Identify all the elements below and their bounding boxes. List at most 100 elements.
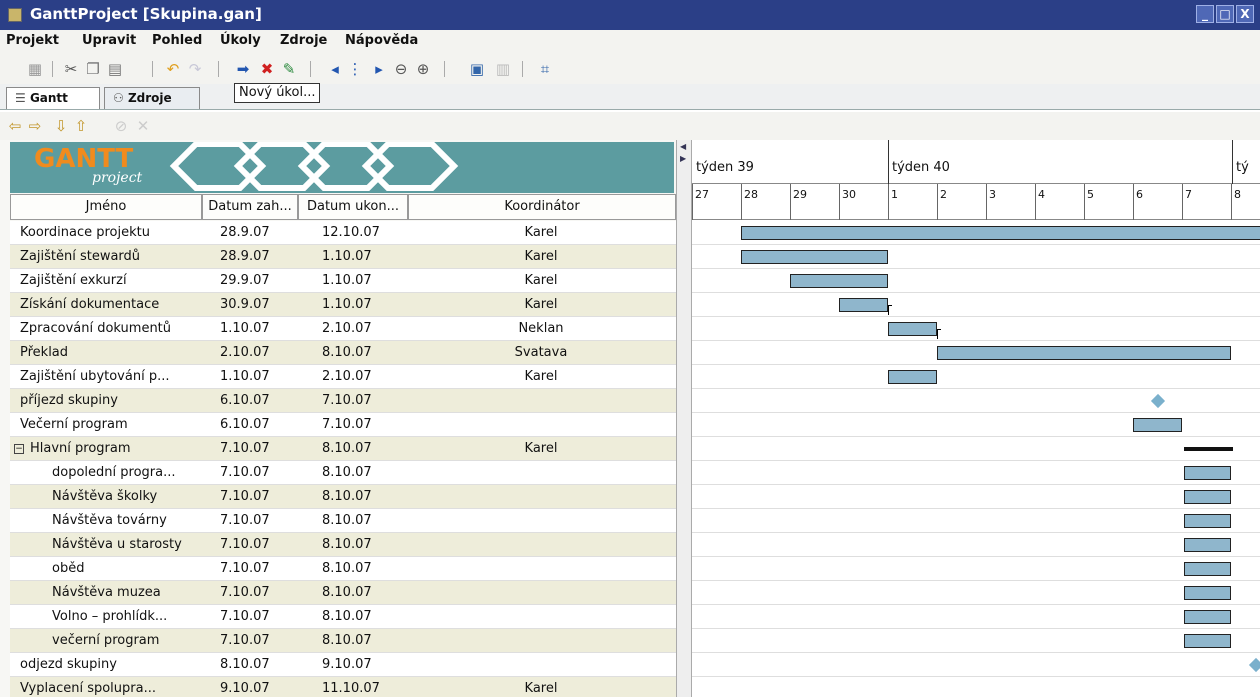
task-start: 7.10.07 (220, 537, 270, 552)
task-bar[interactable] (1184, 610, 1231, 624)
menu-napoveda[interactable]: Nápověda (345, 33, 418, 48)
table-row[interactable]: Získání dokumentace 30.9.07 1.10.07 Karel (10, 293, 676, 317)
day-label: 2 (940, 188, 947, 201)
arrow-up-icon[interactable]: ⇧ (72, 117, 90, 135)
chart-rows (692, 221, 1260, 697)
table-row[interactable]: Večerní program 6.10.07 7.10.07 (10, 413, 676, 437)
task-start: 6.10.07 (220, 417, 270, 432)
task-bar[interactable] (741, 226, 1260, 240)
task-end: 7.10.07 (322, 393, 372, 408)
menu-pohled[interactable]: Pohled (152, 33, 202, 48)
column-header-start[interactable]: Datum zah... (202, 194, 298, 220)
maximize-button[interactable]: □ (1216, 5, 1234, 23)
task-bar[interactable] (888, 370, 937, 384)
task-bar[interactable] (1184, 562, 1231, 576)
pert-icon[interactable]: ▣ (468, 60, 486, 78)
task-name: příjezd skupiny (20, 393, 118, 408)
new-task-icon[interactable]: ➡ (234, 60, 252, 78)
table-row[interactable]: odjezd skupiny 8.10.07 9.10.07 (10, 653, 676, 677)
tab-zdroje[interactable]: ⚇ Zdroje (104, 87, 200, 109)
table-row[interactable]: večerní program 7.10.07 8.10.07 (10, 629, 676, 653)
task-properties-icon[interactable]: ✎ (280, 60, 298, 78)
table-row[interactable]: Zpracování dokumentů 1.10.07 2.10.07 Neklan (10, 317, 676, 341)
task-bar[interactable] (1184, 466, 1231, 480)
task-navigation-bar: ⇦ ⇨ ⇩ ⇧ ⊘ ✕ (0, 112, 1260, 140)
task-bar[interactable] (1184, 490, 1231, 504)
zoom-out-icon[interactable]: ⊖ (392, 60, 410, 78)
table-row[interactable]: dopolední progra... 7.10.07 8.10.07 (10, 461, 676, 485)
task-name: Návštěva muzea (52, 585, 161, 600)
task-bar[interactable] (1184, 538, 1231, 552)
column-header-coordinator[interactable]: Koordinátor (408, 194, 676, 220)
logo-subtitle: project (92, 170, 143, 186)
task-coordinator (408, 389, 674, 413)
task-start: 7.10.07 (220, 585, 270, 600)
menu-projekt[interactable]: Projekt (6, 33, 59, 48)
table-row[interactable]: Zajištění ubytování p... 1.10.07 2.10.07 Ka… (10, 365, 676, 389)
panel-splitter[interactable]: ◀ ▶ (676, 140, 692, 697)
unindent-icon[interactable]: ◂ (326, 60, 344, 78)
tab-gantt[interactable]: ☰ Gantt (6, 87, 100, 109)
table-row[interactable]: oběd 7.10.07 8.10.07 (10, 557, 676, 581)
resource-chart-icon[interactable]: ▥ (494, 60, 512, 78)
zoom-in-icon[interactable]: ⊕ (414, 60, 432, 78)
paste-icon[interactable]: ▤ (106, 60, 124, 78)
task-bar[interactable] (1184, 514, 1231, 528)
menu-zdroje[interactable]: Zdroje (280, 33, 327, 48)
table-row[interactable]: Návštěva továrny 7.10.07 8.10.07 (10, 509, 676, 533)
table-row[interactable]: Zajištění stewardů 28.9.07 1.10.07 Karel (10, 245, 676, 269)
toolbar-separator (310, 61, 311, 77)
table-row[interactable]: Volno – prohlídk... 7.10.07 8.10.07 (10, 605, 676, 629)
arrow-left-icon[interactable]: ⇦ (6, 117, 24, 135)
table-row[interactable]: Návštěva u starosty 7.10.07 8.10.07 (10, 533, 676, 557)
unlink-icon[interactable]: ✕ (134, 117, 152, 135)
chart-row (692, 677, 1260, 697)
task-bar[interactable] (1184, 634, 1231, 648)
table-row[interactable]: Návštěva školky 7.10.07 8.10.07 (10, 485, 676, 509)
table-row[interactable]: Zajištění exkurzí 29.9.07 1.10.07 Karel (10, 269, 676, 293)
week-label: tý (1236, 160, 1249, 175)
task-bar[interactable] (790, 274, 888, 288)
task-bar[interactable] (839, 298, 888, 312)
save-icon[interactable]: ▦ (26, 60, 44, 78)
close-button[interactable]: X (1236, 5, 1254, 23)
delete-task-icon[interactable]: ✖ (258, 60, 276, 78)
column-header-name[interactable]: Jméno (10, 194, 202, 220)
copy-icon[interactable]: ❐ (84, 60, 102, 78)
collapse-left-icon[interactable]: ◀ (680, 142, 686, 151)
menu-upravit[interactable]: Upravit (82, 33, 136, 48)
task-coordinator: Karel (524, 297, 558, 312)
task-bar[interactable] (741, 250, 888, 264)
critical-path-icon[interactable]: ⌗ (536, 60, 554, 78)
milestone-marker[interactable] (1150, 393, 1165, 409)
indent-icon[interactable]: ▸ (370, 60, 388, 78)
table-row[interactable]: − Hlavní program 7.10.07 8.10.07 Karel (10, 437, 676, 461)
task-name: Zajištění exkurzí (20, 273, 127, 288)
collapse-right-icon[interactable]: ▶ (680, 154, 686, 163)
summary-bar[interactable] (1184, 447, 1233, 451)
column-header-end[interactable]: Datum ukon... (298, 194, 408, 220)
table-row[interactable]: Překlad 2.10.07 8.10.07 Svatava (10, 341, 676, 365)
cut-icon[interactable]: ✂ (62, 60, 80, 78)
milestone-marker[interactable] (1248, 657, 1260, 673)
table-row[interactable]: příjezd skupiny 6.10.07 7.10.07 (10, 389, 676, 413)
arrow-down-icon[interactable]: ⇩ (52, 117, 70, 135)
table-row[interactable]: Návštěva muzea 7.10.07 8.10.07 (10, 581, 676, 605)
table-row[interactable]: Vyplacení spolupra... 9.10.07 11.10.07 Kare… (10, 677, 676, 697)
link-icon[interactable]: ⊘ (112, 117, 130, 135)
link-tasks-icon[interactable]: ⋮ (346, 60, 364, 78)
task-bar[interactable] (937, 346, 1231, 360)
task-bar[interactable] (1133, 418, 1182, 432)
task-coordinator (408, 581, 674, 605)
undo-icon[interactable]: ↶ (164, 60, 182, 78)
task-bar[interactable] (888, 322, 937, 336)
collapse-icon[interactable]: − (14, 443, 24, 454)
day-label: 3 (989, 188, 996, 201)
table-row[interactable]: Koordinace projektu 28.9.07 12.10.07 Karel (10, 221, 676, 245)
arrow-right-icon[interactable]: ⇨ (26, 117, 44, 135)
task-end: 8.10.07 (322, 537, 372, 552)
minimize-button[interactable]: _ (1196, 5, 1214, 23)
task-bar[interactable] (1184, 586, 1231, 600)
redo-icon[interactable]: ↷ (186, 60, 204, 78)
menu-ukoly[interactable]: Úkoly (220, 33, 261, 48)
